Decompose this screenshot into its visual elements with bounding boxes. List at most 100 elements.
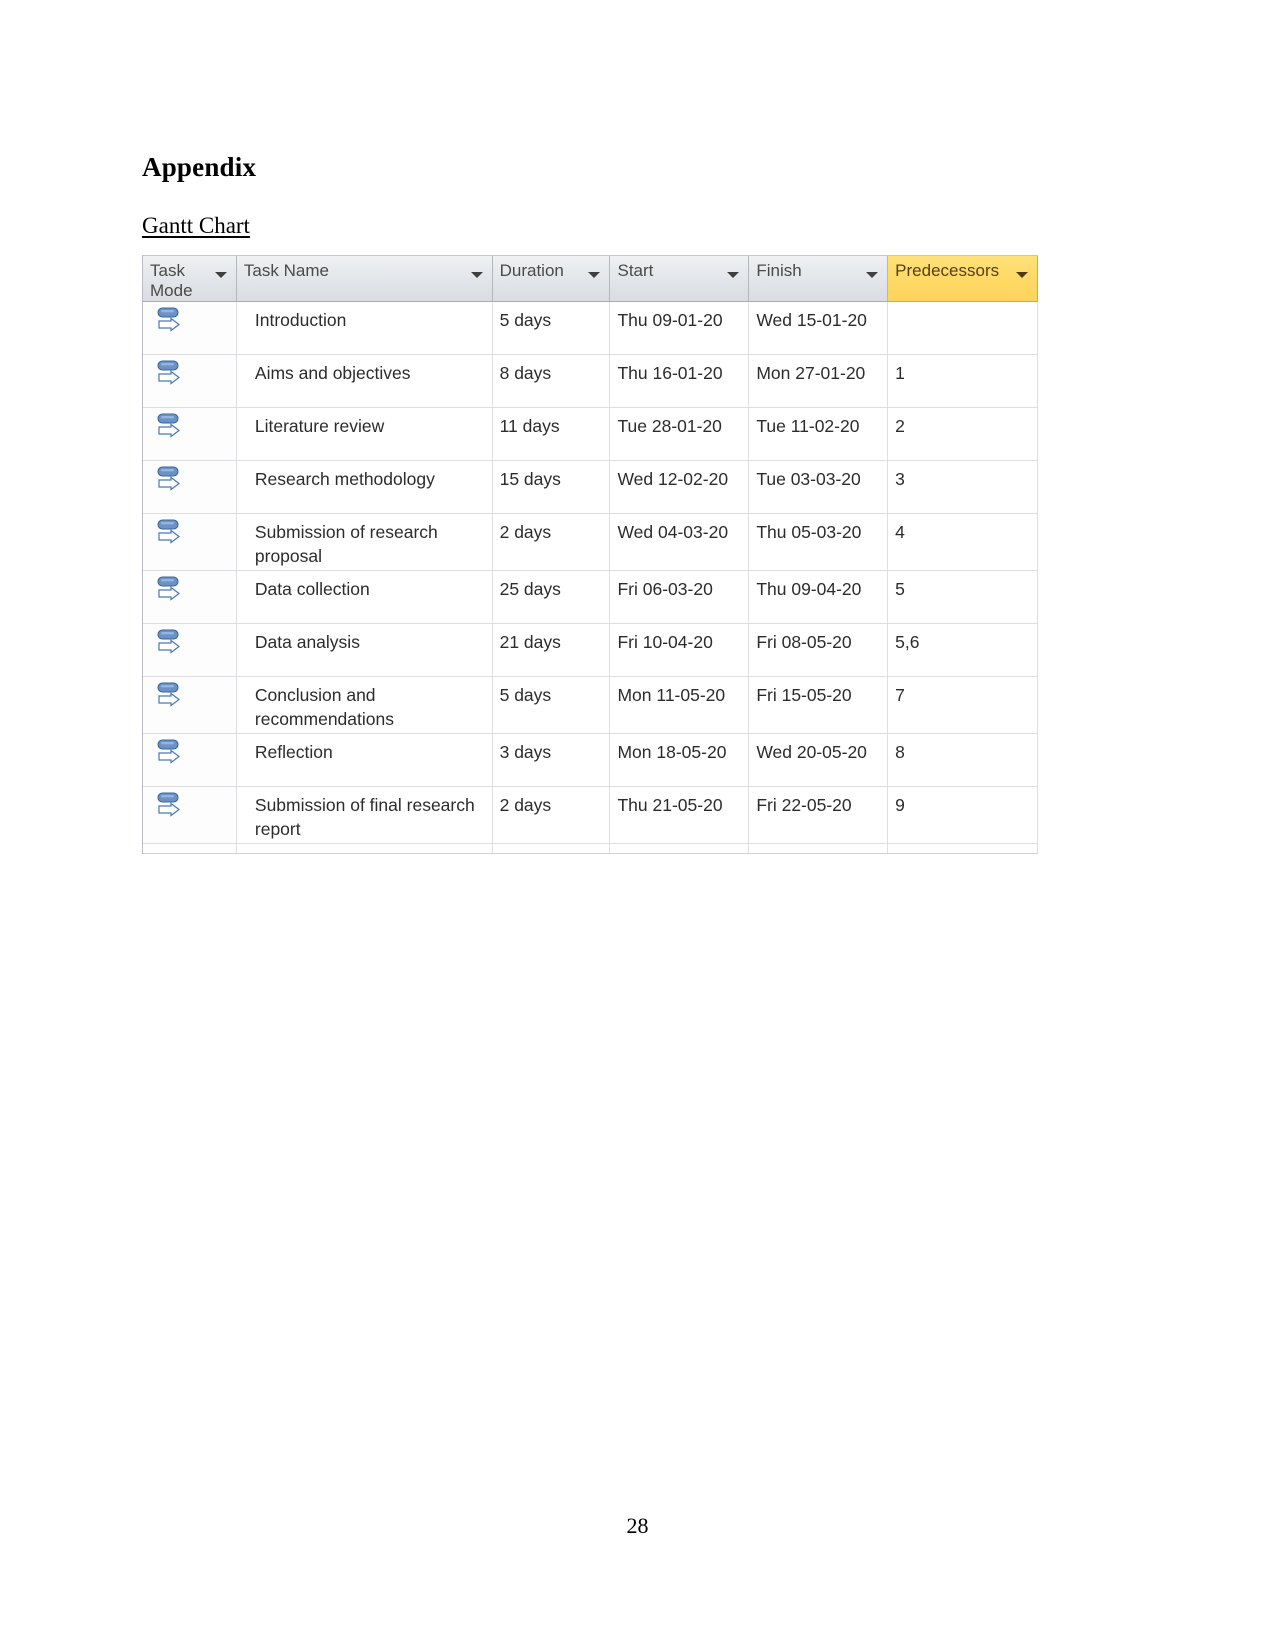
- duration-cell: 5 days: [493, 677, 611, 733]
- clipped-cell: [237, 844, 493, 853]
- finish-date-cell: Fri 08-05-20: [749, 624, 889, 676]
- section-subtitle: Gantt Chart: [142, 213, 250, 238]
- finish-date-cell: Fri 22-05-20: [749, 787, 889, 843]
- clipped-cell: [888, 844, 1038, 853]
- column-header-predecessors[interactable]: Predecessors: [888, 256, 1038, 301]
- chevron-down-icon[interactable]: [727, 272, 740, 278]
- table-row[interactable]: Submission of final research report 2 da…: [143, 787, 1038, 844]
- chevron-down-icon[interactable]: [214, 272, 227, 278]
- start-date-cell: Thu 16-01-20: [610, 355, 750, 407]
- chevron-down-icon[interactable]: [866, 272, 879, 278]
- column-header-start[interactable]: Start: [610, 256, 750, 301]
- clipped-cell: [493, 844, 611, 853]
- duration-cell: 8 days: [493, 355, 611, 407]
- finish-date-cell: Mon 27-01-20: [749, 355, 889, 407]
- finish-date-cell: Tue 03-03-20: [749, 461, 889, 513]
- page-number: 28: [626, 1513, 649, 1538]
- table-header-row: Task Mode Task Name Duration Start Finis…: [143, 255, 1038, 302]
- document-page: Appendix Gantt Chart Task Mode Task Name…: [0, 0, 1275, 1651]
- task-mode-cell[interactable]: [143, 787, 237, 843]
- task-name-cell: Conclusion and recommendations: [237, 677, 493, 733]
- start-date-cell: Fri 10-04-20: [610, 624, 750, 676]
- auto-scheduled-icon: [157, 682, 180, 707]
- task-name-cell: Submission of research proposal: [237, 514, 493, 570]
- clipped-cell: [143, 844, 237, 853]
- chevron-down-icon[interactable]: [588, 272, 601, 278]
- table-row[interactable]: Literature review 11 days Tue 28-01-20 T…: [143, 408, 1038, 461]
- column-header-finish-label: Finish: [756, 261, 802, 280]
- auto-scheduled-icon: [157, 792, 180, 817]
- page-title: Appendix: [142, 152, 257, 182]
- start-date-cell: Mon 11-05-20: [610, 677, 750, 733]
- predecessors-cell: 5,6: [888, 624, 1038, 676]
- column-header-task-mode-label: Task Mode: [150, 261, 193, 301]
- finish-date-cell: Wed 15-01-20: [749, 302, 889, 354]
- column-header-task-name-label: Task Name: [243, 261, 329, 280]
- auto-scheduled-icon: [157, 739, 180, 764]
- task-mode-cell[interactable]: [143, 514, 237, 570]
- duration-cell: 2 days: [493, 514, 611, 570]
- clipped-cell: [749, 844, 889, 853]
- auto-scheduled-icon: [157, 576, 180, 601]
- task-name-cell: Data collection: [237, 571, 493, 623]
- start-date-cell: Fri 06-03-20: [610, 571, 750, 623]
- task-mode-cell[interactable]: [143, 734, 237, 786]
- chevron-down-icon[interactable]: [1016, 272, 1028, 278]
- task-mode-cell[interactable]: [143, 571, 237, 623]
- column-header-duration-label: Duration: [499, 261, 564, 280]
- table-row[interactable]: Conclusion and recommendations 5 days Mo…: [143, 677, 1038, 734]
- task-mode-cell[interactable]: [143, 677, 237, 733]
- auto-scheduled-icon: [157, 307, 180, 332]
- task-mode-cell[interactable]: [143, 461, 237, 513]
- auto-scheduled-icon: [157, 360, 180, 385]
- predecessors-cell: [888, 302, 1038, 354]
- table-row[interactable]: Research methodology 15 days Wed 12-02-2…: [143, 461, 1038, 514]
- task-mode-cell[interactable]: [143, 355, 237, 407]
- table-row[interactable]: Submission of research proposal 2 days W…: [143, 514, 1038, 571]
- predecessors-cell: 7: [888, 677, 1038, 733]
- predecessors-cell: 9: [888, 787, 1038, 843]
- predecessors-cell: 2: [888, 408, 1038, 460]
- start-date-cell: Wed 12-02-20: [610, 461, 750, 513]
- task-mode-cell[interactable]: [143, 408, 237, 460]
- task-mode-cell[interactable]: [143, 302, 237, 354]
- task-name-cell: Submission of final research report: [237, 787, 493, 843]
- duration-cell: 3 days: [493, 734, 611, 786]
- finish-date-cell: Thu 05-03-20: [749, 514, 889, 570]
- duration-cell: 5 days: [493, 302, 611, 354]
- duration-cell: 11 days: [493, 408, 611, 460]
- column-header-finish[interactable]: Finish: [749, 256, 889, 301]
- table-row[interactable]: Aims and objectives 8 days Thu 16-01-20 …: [143, 355, 1038, 408]
- column-header-task-mode[interactable]: Task Mode: [143, 256, 237, 301]
- predecessors-cell: 5: [888, 571, 1038, 623]
- predecessors-cell: 1: [888, 355, 1038, 407]
- column-header-task-name[interactable]: Task Name: [237, 256, 493, 301]
- task-name-cell: Data analysis: [237, 624, 493, 676]
- predecessors-cell: 4: [888, 514, 1038, 570]
- task-name-cell: Reflection: [237, 734, 493, 786]
- task-name-cell: Literature review: [237, 408, 493, 460]
- start-date-cell: Wed 04-03-20: [610, 514, 750, 570]
- table-row[interactable]: Reflection 3 days Mon 18-05-20 Wed 20-05…: [143, 734, 1038, 787]
- column-header-start-label: Start: [617, 261, 654, 280]
- auto-scheduled-icon: [157, 519, 180, 544]
- table-row[interactable]: Introduction 5 days Thu 09-01-20 Wed 15-…: [143, 302, 1038, 355]
- column-header-duration[interactable]: Duration: [493, 256, 611, 301]
- start-date-cell: Thu 21-05-20: [610, 787, 750, 843]
- auto-scheduled-icon: [157, 413, 180, 438]
- finish-date-cell: Thu 09-04-20: [749, 571, 889, 623]
- clipped-cell: [610, 844, 750, 853]
- predecessors-cell: 3: [888, 461, 1038, 513]
- table-row[interactable]: Data analysis 21 days Fri 10-04-20 Fri 0…: [143, 624, 1038, 677]
- duration-cell: 15 days: [493, 461, 611, 513]
- task-mode-cell[interactable]: [143, 624, 237, 676]
- auto-scheduled-icon: [157, 629, 180, 654]
- task-name-cell: Aims and objectives: [237, 355, 493, 407]
- column-header-predecessors-label: Predecessors: [895, 261, 1000, 280]
- chevron-down-icon[interactable]: [470, 272, 483, 278]
- duration-cell: 21 days: [493, 624, 611, 676]
- duration-cell: 25 days: [493, 571, 611, 623]
- table-row[interactable]: Data collection 25 days Fri 06-03-20 Thu…: [143, 571, 1038, 624]
- task-name-cell: Introduction: [237, 302, 493, 354]
- finish-date-cell: Wed 20-05-20: [749, 734, 889, 786]
